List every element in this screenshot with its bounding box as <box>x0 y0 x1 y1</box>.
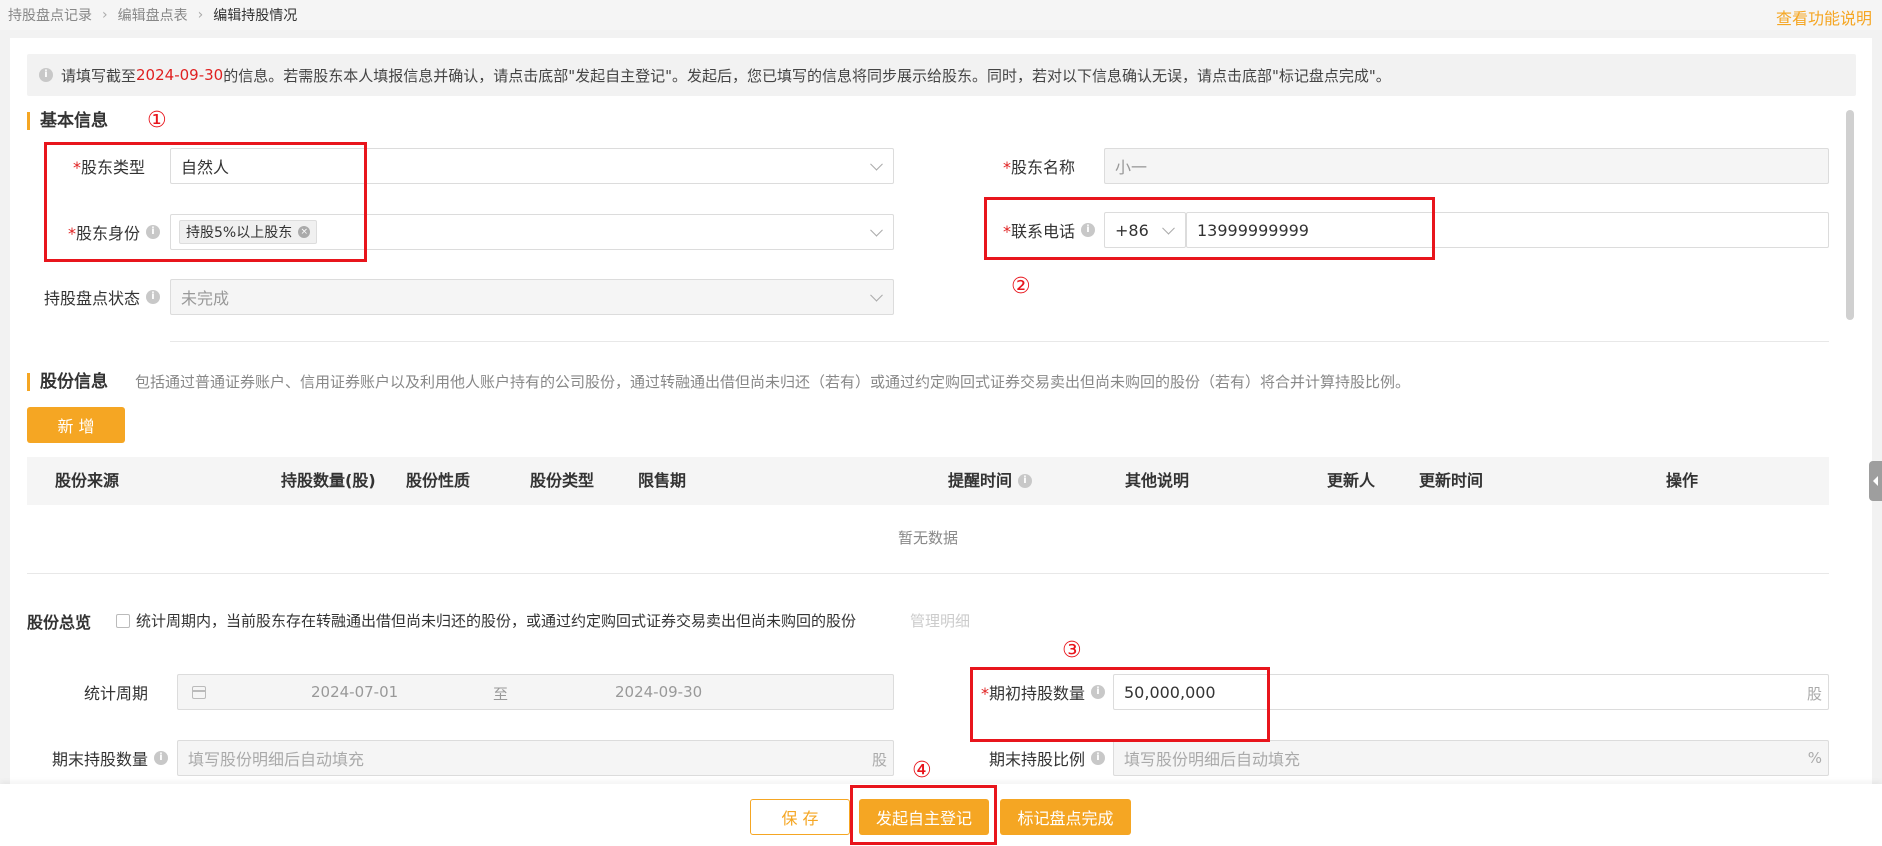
column-header-type: 股份类型 <box>530 471 595 490</box>
final-shares-placeholder: 填写股份明细后自动填充 <box>188 750 365 769</box>
share-info-description: 包括通过普通证券账户、信用证券账户以及利用他人账户持有的公司股份，通过转融通出借… <box>135 373 1411 391</box>
identity-tag-label: 持股5%以上股东 <box>186 225 293 241</box>
share-table-header: 股份来源 持股数量(股) 股份性质 股份类型 限售期 提醒时间 i 其他说明 更新… <box>27 457 1829 505</box>
phone-input[interactable]: 13999999999 <box>1186 212 1829 248</box>
phone-label: *联系电话 i <box>990 212 1095 248</box>
notice-suffix: 的信息。若需股东本人填报信息并确认，请点击底部"发起自主登记"。发起后，您已填写… <box>223 66 1391 85</box>
column-header-actions: 操作 <box>1666 471 1699 490</box>
annotation-label-1: ① <box>147 108 167 133</box>
chevron-down-icon <box>1162 221 1175 235</box>
info-icon[interactable]: i <box>1091 685 1105 699</box>
info-icon[interactable]: i <box>146 290 160 304</box>
info-icon[interactable]: i <box>146 225 160 239</box>
tag-close-icon[interactable]: × <box>298 226 311 238</box>
final-shares-input: 填写股份明细后自动填充 股 <box>177 740 894 776</box>
period-end: 2024-09-30 <box>615 683 703 701</box>
column-header-notes: 其他说明 <box>1125 471 1190 490</box>
chevron-down-icon <box>870 288 883 302</box>
section-title-overview: 股份总览 <box>27 613 92 632</box>
shareholder-identity-select[interactable]: 持股5%以上股东 × <box>170 214 894 250</box>
shareholder-name-value: 小一 <box>1115 158 1148 177</box>
info-icon[interactable]: i <box>1081 223 1095 237</box>
country-code-value: +86 <box>1115 220 1149 240</box>
notice-prefix: 请填写截至 <box>61 66 137 85</box>
info-icon[interactable]: i <box>154 751 168 765</box>
chevron-down-icon <box>870 157 883 171</box>
period-start: 2024-07-01 <box>311 683 399 701</box>
vertical-scrollbar[interactable] <box>1846 110 1854 320</box>
table-bottom-divider <box>27 573 1829 574</box>
final-ratio-label: 期末持股比例 i <box>970 740 1105 776</box>
breadcrumb: 持股盘点记录 › 编辑盘点表 › 编辑持股情况 <box>0 0 1882 30</box>
final-ratio-placeholder: 填写股份明细后自动填充 <box>1124 750 1301 769</box>
side-collapse-tab[interactable] <box>1869 461 1882 501</box>
annotation-label-4: ④ <box>912 758 932 783</box>
column-header-nature: 股份性质 <box>406 471 471 490</box>
chevron-right-icon: › <box>197 7 204 23</box>
inventory-status-label: 持股盘点状态 i <box>30 279 160 315</box>
period-checkbox-row[interactable]: 统计周期内，当前股东存在转融通出借但尚未归还的股份，或通过约定购回式证券交易卖出… <box>116 610 856 631</box>
initial-shares-input[interactable]: 50,000,000 股 <box>1113 674 1829 710</box>
info-icon[interactable]: i <box>1018 474 1033 488</box>
annotation-label-2: ② <box>1011 274 1031 299</box>
phone-number-value: 13999999999 <box>1197 220 1309 240</box>
section-title-share-info: 股份信息 <box>27 373 108 391</box>
inventory-status-select: 未完成 <box>170 279 894 315</box>
column-header-source: 股份来源 <box>55 471 120 490</box>
column-header-updater: 更新人 <box>1327 471 1376 490</box>
column-header-quantity: 持股数量(股) <box>281 471 376 490</box>
final-ratio-unit: % <box>1807 749 1822 767</box>
help-link[interactable]: 查看功能说明 <box>1776 5 1872 29</box>
initial-shares-unit: 股 <box>1806 685 1822 703</box>
self-register-button[interactable]: 发起自主登记 <box>859 799 989 835</box>
add-share-button[interactable]: 新 增 <box>27 407 125 443</box>
column-header-reminder-time: 提醒时间 i <box>948 457 1033 505</box>
notice-date: 2024-09-30 <box>136 66 224 84</box>
period-checkbox[interactable] <box>116 613 130 628</box>
final-shares-label: 期末持股数量 i <box>40 740 168 776</box>
period-label: 统计周期 <box>83 684 148 703</box>
section-divider <box>170 341 1829 342</box>
info-icon[interactable]: i <box>1091 751 1105 765</box>
final-ratio-input: 填写股份明细后自动填充 % <box>1113 740 1829 776</box>
identity-tag: 持股5%以上股东 × <box>179 220 318 244</box>
shareholder-name-label: *股东名称 <box>1002 158 1075 177</box>
period-separator: 至 <box>493 685 509 703</box>
manage-detail-link[interactable]: 管理明细 <box>910 610 970 631</box>
calendar-icon <box>192 686 206 699</box>
column-header-lock-period: 限售期 <box>638 471 687 490</box>
save-button[interactable]: 保 存 <box>750 799 850 835</box>
table-empty-text: 暂无数据 <box>897 529 958 547</box>
shareholder-type-label: *股东类型 <box>72 158 145 177</box>
chevron-down-icon <box>870 223 883 237</box>
initial-shares-value: 50,000,000 <box>1124 682 1216 702</box>
info-icon: i <box>39 68 53 82</box>
inventory-status-value: 未完成 <box>181 289 230 308</box>
period-checkbox-label: 统计周期内，当前股东存在转融通出借但尚未归还的股份，或通过约定购回式证券交易卖出… <box>136 612 857 630</box>
shareholder-name-input: 小一 <box>1104 148 1829 184</box>
final-shares-unit: 股 <box>871 751 887 769</box>
shareholder-type-value: 自然人 <box>181 158 230 177</box>
shareholder-type-select[interactable]: 自然人 <box>170 148 894 184</box>
shareholder-identity-label: *股东身份 i <box>50 214 160 250</box>
period-range-picker: 2024-07-01 至 2024-09-30 <box>177 674 894 710</box>
initial-shares-label: *期初持股数量 i <box>965 674 1105 710</box>
chevron-right-icon: › <box>102 7 108 23</box>
column-header-update-time: 更新时间 <box>1419 471 1484 490</box>
breadcrumb-item-edit-table[interactable]: 编辑盘点表 <box>118 5 188 25</box>
notice-banner: i 请填写截至 2024-09-30 的信息。若需股东本人填报信息并确认，请点击底部… <box>27 54 1856 96</box>
breadcrumb-item-records[interactable]: 持股盘点记录 <box>8 5 92 25</box>
section-title-basic-info: 基本信息 <box>27 112 108 130</box>
breadcrumb-item-current: 编辑持股情况 <box>213 8 298 24</box>
annotation-label-3: ③ <box>1062 638 1082 663</box>
country-code-select[interactable]: +86 <box>1104 212 1186 248</box>
mark-complete-button[interactable]: 标记盘点完成 <box>1000 799 1131 835</box>
